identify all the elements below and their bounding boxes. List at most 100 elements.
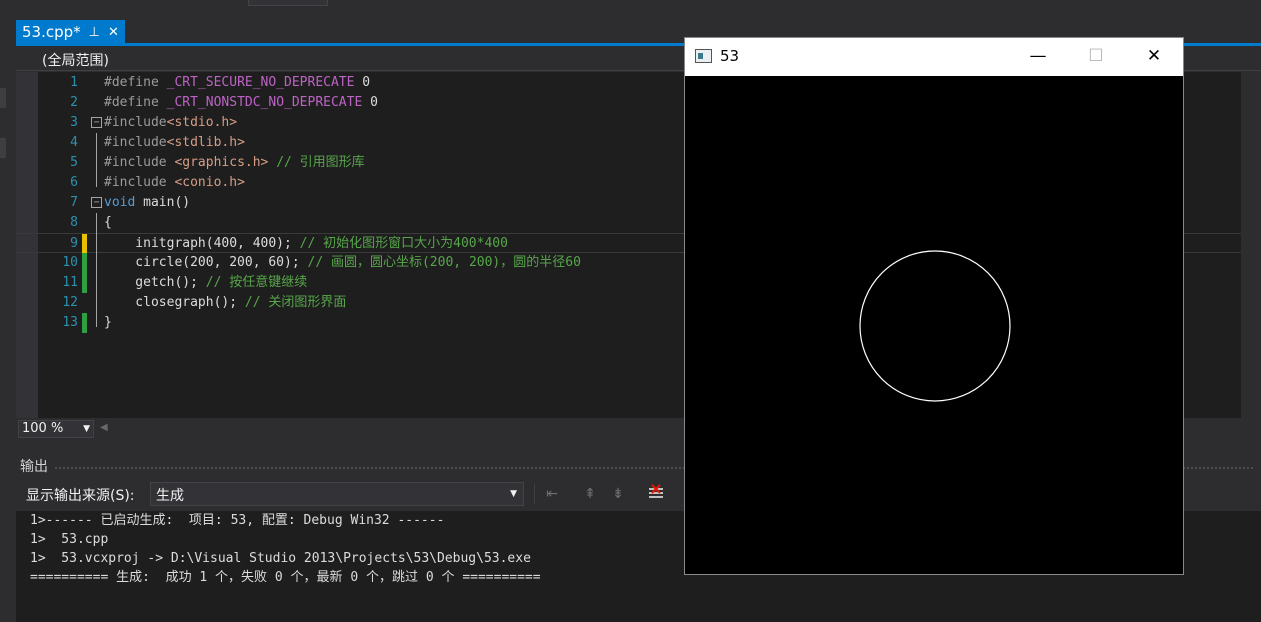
line-number: 3 — [70, 115, 78, 130]
line-number: 10 — [62, 255, 78, 270]
code-text: #include<stdio.h> — [104, 113, 237, 133]
graphics-window[interactable]: 53 — ☐ ✕ — [684, 37, 1184, 575]
code-token: <stdio.h> — [166, 115, 238, 130]
output-source-label: 显示输出来源(S): — [26, 488, 135, 504]
go-to-previous-icon[interactable]: ⇤ — [542, 484, 562, 504]
output-source-value: 生成 — [156, 488, 184, 504]
chevron-down-icon: ▼ — [83, 424, 90, 434]
code-token: #include — [104, 135, 167, 150]
line-number: 13 — [62, 315, 78, 330]
collapse-icon[interactable]: − — [91, 197, 102, 208]
output-line: 1> 53.vcxproj -> D:\Visual Studio 2013\P… — [30, 551, 531, 566]
line-number: 6 — [70, 175, 78, 190]
code-token: _CRT_SECURE_NO_DEPRECATE — [166, 75, 355, 90]
line-number: 1 — [70, 75, 78, 90]
zoom-value: 100 % — [22, 421, 64, 436]
clear-all-icon[interactable] — [646, 484, 666, 504]
code-token: // 按任意键继续 — [205, 275, 308, 290]
code-token: #define — [104, 75, 167, 90]
zoom-dropdown[interactable]: 100 % ▼ — [18, 420, 94, 438]
editor-vertical-scrollbar[interactable] — [1241, 72, 1261, 418]
code-token: { — [104, 215, 112, 230]
code-token: } — [104, 315, 112, 330]
code-text: circle(200, 200, 60); // 画圆，圆心坐标(200, 20… — [104, 253, 581, 273]
code-text: closegraph(); // 关闭图形界面 — [104, 293, 346, 313]
output-panel-title: 输出 — [20, 459, 48, 475]
graphics-window-title: 53 — [720, 47, 740, 65]
code-text: #include<stdlib.h> — [104, 133, 245, 153]
line-number: 11 — [62, 275, 78, 290]
code-token: #include — [104, 115, 167, 130]
code-token: closegraph(); — [104, 295, 245, 310]
code-token: #define — [104, 95, 167, 110]
close-button[interactable]: ✕ — [1125, 38, 1183, 76]
code-text: #define _CRT_SECURE_NO_DEPRECATE 0 — [104, 73, 370, 93]
line-number: 5 — [70, 155, 78, 170]
code-text: { — [104, 213, 112, 233]
pin-icon[interactable]: ⊥ — [89, 25, 100, 40]
tab-53-cpp[interactable]: 53.cpp* ⊥ ✕ — [16, 20, 125, 44]
close-icon[interactable]: ✕ — [108, 25, 119, 40]
code-token: // 关闭图形界面 — [244, 295, 347, 310]
left-dock-tab[interactable] — [0, 88, 6, 108]
graphics-canvas — [685, 76, 1183, 574]
output-line: 1> 53.cpp — [30, 532, 109, 547]
change-indicator — [82, 234, 87, 254]
minimize-button[interactable]: — — [1009, 38, 1067, 76]
code-token: // 画圆，圆心坐标(200, 200)，圆的半径60 — [307, 255, 581, 270]
toolbar-separator — [534, 484, 535, 504]
chevron-down-icon: ▼ — [510, 489, 517, 499]
line-number: 7 — [70, 195, 78, 210]
line-number: 8 — [70, 215, 78, 230]
change-indicator — [82, 313, 87, 333]
line-number: 4 — [70, 135, 78, 150]
drawn-circle — [859, 250, 1011, 402]
config-dropdown[interactable] — [248, 0, 328, 6]
line-number: 2 — [70, 95, 78, 110]
code-token: // 初始化图形窗口大小为400*400 — [299, 236, 508, 251]
code-text: #define _CRT_NONSTDC_NO_DEPRECATE 0 — [104, 93, 378, 113]
code-token: <graphics.h> — [174, 155, 269, 170]
scroll-left-icon[interactable]: ◀ — [100, 422, 108, 433]
code-token: // 引用图形库 — [268, 155, 365, 170]
code-token: #include — [104, 175, 175, 190]
fold-guide — [96, 213, 97, 327]
code-token: void — [104, 195, 136, 210]
previous-message-icon[interactable]: ⇞ — [580, 484, 600, 504]
output-source-select[interactable]: 生成 ▼ — [150, 482, 524, 506]
line-number: 12 — [62, 295, 78, 310]
code-token: circle(200, 200, 60); — [104, 255, 308, 270]
graphics-window-titlebar[interactable]: 53 — ☐ ✕ — [685, 38, 1183, 76]
code-token: <stdlib.h> — [166, 135, 245, 150]
output-line: 1>------ 已启动生成: 项目: 53, 配置: Debug Win32 … — [30, 513, 445, 528]
output-line: ========== 生成: 成功 1 个，失败 0 个，最新 0 个，跳过 0… — [30, 570, 541, 585]
left-dock-strip — [0, 8, 8, 622]
code-text: #include <conio.h> — [104, 173, 245, 193]
line-number: 9 — [70, 236, 78, 251]
code-token: initgraph(400, 400); — [104, 236, 300, 251]
change-indicator — [82, 273, 87, 293]
code-text: initgraph(400, 400); // 初始化图形窗口大小为400*40… — [104, 234, 508, 254]
code-token: 0 — [354, 75, 371, 90]
change-indicator — [82, 253, 87, 273]
collapse-icon[interactable]: − — [91, 117, 102, 128]
code-token: <conio.h> — [174, 175, 245, 190]
code-token: 0 — [362, 95, 378, 110]
code-text: #include <graphics.h> // 引用图形库 — [104, 153, 365, 173]
code-token: #include — [104, 155, 175, 170]
fold-guide — [96, 133, 97, 187]
clear-all-svg — [649, 484, 663, 498]
code-text: getch(); // 按任意键继续 — [104, 273, 307, 293]
toolbar-strip — [0, 0, 1261, 8]
code-text: void main() — [104, 193, 190, 213]
next-message-icon[interactable]: ⇟ — [608, 484, 628, 504]
code-token: main() — [135, 195, 191, 210]
maximize-button[interactable]: ☐ — [1067, 38, 1125, 76]
code-text: } — [104, 313, 112, 333]
code-token: getch(); — [104, 275, 206, 290]
scope-dropdown[interactable]: (全局范围) — [42, 50, 109, 70]
tab-title: 53.cpp* — [22, 23, 81, 41]
left-dock-tab[interactable] — [0, 138, 6, 158]
app-icon — [695, 49, 712, 63]
change-indicator — [82, 293, 87, 313]
